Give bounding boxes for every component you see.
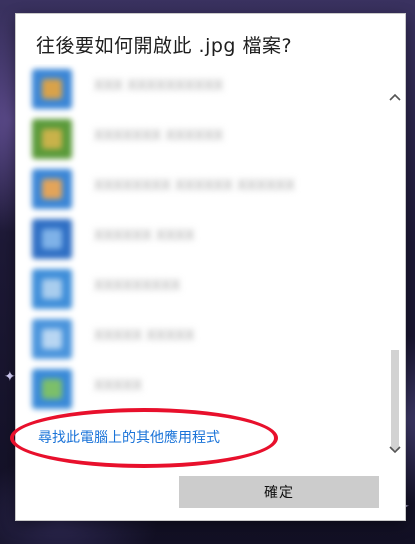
app-icon: [32, 169, 72, 209]
star-decoration-icon: ✦: [4, 369, 16, 385]
app-icon: [32, 369, 72, 409]
app-name: XXXXXXX XXXXXX: [94, 128, 224, 144]
app-name: XXX XXXXXXXXXX: [94, 78, 224, 94]
more-apps-link[interactable]: 尋找此電腦上的其他應用程式: [38, 427, 220, 447]
app-icon: [32, 269, 72, 309]
app-list-item[interactable]: XXXXXXX XXXXXX: [16, 114, 376, 164]
app-list[interactable]: XXX XXXXXXXXXX XXXXXXX XXXXXX XXXXXXXX X…: [16, 64, 386, 459]
ok-button[interactable]: 確定: [179, 476, 379, 508]
open-with-dialog: 往後要如何開啟此 .jpg 檔案? XXX XXXXXXXXXX XXXXXXX…: [10, 14, 405, 520]
app-list-item[interactable]: XXXXX XXXXX: [16, 314, 376, 364]
app-icon: [32, 219, 72, 259]
app-name: XXXXX XXXXX: [94, 328, 195, 344]
chevron-down-icon[interactable]: [387, 442, 403, 458]
app-name: XXXXXX XXXX: [94, 228, 195, 244]
app-list-item[interactable]: XXX XXXXXXXXXX: [16, 64, 376, 114]
app-name: XXXXXXXX XXXXXX XXXXXX: [94, 178, 295, 194]
scrollbar[interactable]: [385, 84, 405, 464]
app-name: XXXXX: [94, 378, 142, 394]
app-icon: [32, 319, 72, 359]
app-list-item[interactable]: XXXXX: [16, 364, 376, 414]
app-list-item[interactable]: XXXXXXXX XXXXXX XXXXXX: [16, 164, 376, 214]
scrollbar-thumb[interactable]: [391, 350, 399, 450]
app-icon: [32, 69, 72, 109]
chevron-up-icon[interactable]: [387, 89, 403, 105]
app-icon: [32, 119, 72, 159]
app-list-item[interactable]: XXXXXXXXX: [16, 264, 376, 314]
scrollbar-track[interactable]: [391, 334, 399, 450]
app-name: XXXXXXXXX: [94, 278, 181, 294]
app-list-item[interactable]: XXXXXX XXXX: [16, 214, 376, 264]
dialog-title: 往後要如何開啟此 .jpg 檔案?: [36, 35, 293, 57]
